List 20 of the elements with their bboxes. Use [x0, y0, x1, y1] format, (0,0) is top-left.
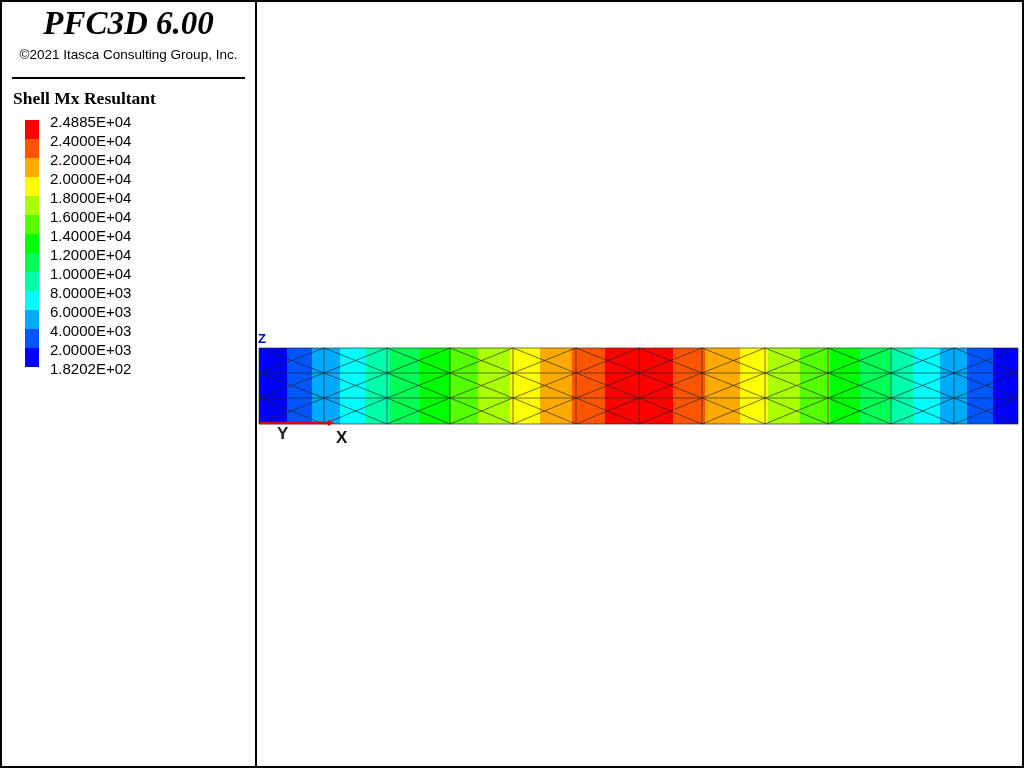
legend-label: 6.0000E+03	[50, 303, 132, 320]
legend-label: 1.2000E+04	[50, 246, 132, 263]
legend-label: 2.0000E+04	[50, 170, 132, 187]
legend-label: 2.0000E+03	[50, 341, 132, 358]
y-axis-label: Y	[277, 424, 289, 443]
legend-label: 8.0000E+03	[50, 284, 132, 301]
legend-label: 1.4000E+04	[50, 227, 132, 244]
legend-label: 4.0000E+03	[50, 322, 132, 339]
legend-label: 2.4885E+04	[50, 113, 132, 130]
x-axis-label: X	[336, 428, 348, 447]
legend-label: 1.8000E+04	[50, 189, 132, 206]
app-title: PFC3D 6.00	[43, 5, 214, 41]
legend-label: 2.2000E+04	[50, 151, 132, 168]
legend-label: 1.8202E+02	[50, 360, 132, 377]
copyright-text: ©2021 Itasca Consulting Group, Inc.	[19, 47, 238, 62]
z-axis-label: Z	[258, 331, 266, 346]
legend-title: Shell Mx Resultant	[13, 88, 156, 108]
legend-label: 2.4000E+04	[50, 132, 132, 149]
legend-label: 1.0000E+04	[50, 265, 132, 282]
legend-label: 1.6000E+04	[50, 208, 132, 225]
